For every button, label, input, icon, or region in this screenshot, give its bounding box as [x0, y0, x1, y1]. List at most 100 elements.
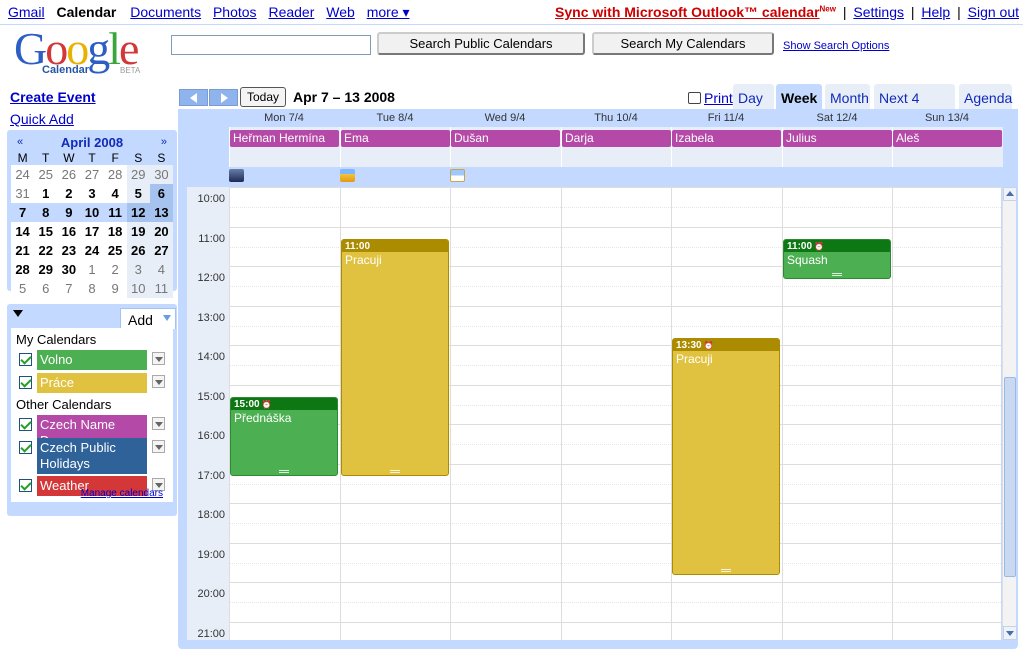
mini-calendar-day[interactable]: 26: [57, 165, 81, 184]
next-week-button[interactable]: [209, 89, 238, 106]
grid-scrollbar[interactable]: [1002, 187, 1017, 640]
google-calendar-logo[interactable]: Google Calendar BETA: [14, 24, 154, 80]
mini-calendar-day[interactable]: 4: [103, 184, 127, 203]
quick-add-link[interactable]: Quick Add: [10, 111, 74, 127]
mini-calendar-day[interactable]: 24: [80, 241, 104, 260]
name-day-event[interactable]: Darja: [562, 130, 671, 147]
today-button[interactable]: Today: [240, 87, 286, 107]
mini-calendar-day[interactable]: 4: [149, 260, 173, 279]
mini-calendar-day[interactable]: 25: [34, 165, 58, 184]
calendar-menu-icon[interactable]: [152, 375, 165, 388]
manage-calendars-link[interactable]: Manage calendars: [81, 488, 163, 499]
mini-calendar-day[interactable]: 23: [57, 241, 81, 260]
mini-calendar-prev-button[interactable]: «: [11, 136, 29, 148]
mini-calendar-day[interactable]: 9: [103, 279, 127, 298]
mini-calendar-day[interactable]: 9: [57, 203, 81, 222]
checkbox-icon[interactable]: [19, 479, 32, 492]
resize-grip-icon[interactable]: [832, 273, 842, 276]
mini-calendar-day[interactable]: 26: [126, 241, 150, 260]
weather-partly-icon[interactable]: [450, 169, 465, 182]
weather-sun-icon[interactable]: [340, 169, 355, 182]
mini-calendar-day[interactable]: 14: [11, 222, 35, 241]
prev-week-button[interactable]: [179, 89, 208, 106]
mini-calendar-day[interactable]: 7: [11, 203, 35, 222]
print-link[interactable]: Print: [688, 90, 733, 106]
mini-calendar-day[interactable]: 10: [126, 279, 150, 298]
resize-grip-icon[interactable]: [390, 470, 400, 473]
mini-calendar-day[interactable]: 13: [149, 203, 173, 222]
checkbox-icon[interactable]: [19, 376, 32, 389]
mini-calendar-day[interactable]: 10: [80, 203, 104, 222]
tab-day[interactable]: Day: [733, 84, 774, 109]
mini-calendar-day[interactable]: 8: [80, 279, 104, 298]
mini-calendar-day[interactable]: 3: [126, 260, 150, 279]
checkbox-icon[interactable]: [19, 418, 32, 431]
checkbox-icon[interactable]: [19, 441, 32, 454]
sync-outlook-link[interactable]: Sync with Microsoft Outlook™ calendar: [555, 4, 819, 20]
mini-calendar-day[interactable]: 27: [80, 165, 104, 184]
mini-calendar-day[interactable]: 25: [103, 241, 127, 260]
nav-photos[interactable]: Photos: [213, 4, 257, 20]
mini-calendar-day[interactable]: 2: [103, 260, 127, 279]
mini-calendar-day[interactable]: 7: [57, 279, 81, 298]
time-grid[interactable]: 10:00 11:00 12:00 13:00 14:00 15:00 16:00 17:00…: [187, 187, 1001, 640]
mini-calendar-day[interactable]: 16: [57, 222, 81, 241]
show-search-options-link[interactable]: Show Search Options: [783, 40, 889, 52]
add-calendar-button[interactable]: Add: [120, 308, 176, 329]
calendar-event[interactable]: 11:00 Pracuji: [341, 239, 449, 476]
day-header[interactable]: Thu 10/4: [561, 110, 671, 127]
day-header[interactable]: Mon 7/4: [229, 110, 339, 127]
mini-calendar-day[interactable]: 5: [11, 279, 35, 298]
mini-calendar-day[interactable]: 28: [103, 165, 127, 184]
mini-calendar-day[interactable]: 5: [126, 184, 150, 203]
nav-web[interactable]: Web: [326, 4, 355, 20]
sign-out-link[interactable]: Sign out: [968, 4, 1019, 20]
mini-calendar-day[interactable]: 21: [11, 241, 35, 260]
mini-calendar-day[interactable]: 28: [11, 260, 35, 279]
day-header[interactable]: Wed 9/4: [450, 110, 560, 127]
nav-documents[interactable]: Documents: [130, 4, 201, 20]
mini-calendar-day[interactable]: 15: [34, 222, 58, 241]
help-link[interactable]: Help: [921, 4, 950, 20]
mini-calendar-day[interactable]: 29: [34, 260, 58, 279]
day-header[interactable]: Sat 12/4: [782, 110, 892, 127]
tab-agenda[interactable]: Agenda: [959, 84, 1012, 109]
all-day-row[interactable]: Heřman Hermína Ema Dušan Darja Izabela Julius…: [229, 127, 1003, 167]
mini-calendar-day[interactable]: 1: [34, 184, 58, 203]
scroll-up-icon[interactable]: [1003, 187, 1017, 201]
weather-storm-icon[interactable]: [229, 169, 244, 182]
name-day-event[interactable]: Izabela: [672, 130, 781, 147]
scroll-down-icon[interactable]: [1003, 626, 1017, 640]
name-day-event[interactable]: Heřman Hermína: [230, 130, 339, 147]
mini-calendar-day[interactable]: 30: [57, 260, 81, 279]
checkbox-icon[interactable]: [19, 353, 32, 366]
mini-calendar-day[interactable]: 20: [149, 222, 173, 241]
mini-calendar-day[interactable]: 11: [103, 203, 127, 222]
mini-calendar-day[interactable]: 27: [149, 241, 173, 260]
tab-next-4-days[interactable]: Next 4 Days: [874, 84, 955, 122]
mini-calendar-day[interactable]: 17: [80, 222, 104, 241]
create-event-link[interactable]: Create Event: [10, 89, 96, 105]
resize-grip-icon[interactable]: [721, 569, 731, 572]
nav-reader[interactable]: Reader: [268, 4, 314, 20]
search-public-calendars-button[interactable]: Search Public Calendars: [377, 32, 585, 55]
day-header[interactable]: Sun 13/4: [892, 110, 1002, 127]
mini-calendar-day[interactable]: 12: [126, 203, 150, 222]
calendar-menu-icon[interactable]: [152, 352, 165, 365]
mini-calendar-day[interactable]: 18: [103, 222, 127, 241]
scroll-thumb[interactable]: [1004, 377, 1016, 577]
mini-calendar-day[interactable]: 2: [57, 184, 81, 203]
mini-calendar-day[interactable]: 8: [34, 203, 58, 222]
nav-gmail[interactable]: Gmail: [8, 4, 45, 20]
tab-week[interactable]: Week: [776, 84, 822, 109]
nav-more[interactable]: more ▾: [367, 4, 410, 20]
tab-month[interactable]: Month: [825, 84, 870, 109]
calendar-event[interactable]: 15:00 ⏰ Přednáška: [230, 397, 338, 476]
mini-calendar-day[interactable]: 6: [34, 279, 58, 298]
mini-calendar-day[interactable]: 11: [149, 279, 173, 298]
calendar-event[interactable]: 11:00 ⏰ Squash: [783, 239, 891, 279]
mini-calendar-day[interactable]: 3: [80, 184, 104, 203]
mini-calendar-day[interactable]: 6: [149, 184, 173, 203]
day-header[interactable]: Tue 8/4: [340, 110, 450, 127]
mini-calendar-day[interactable]: 24: [11, 165, 35, 184]
